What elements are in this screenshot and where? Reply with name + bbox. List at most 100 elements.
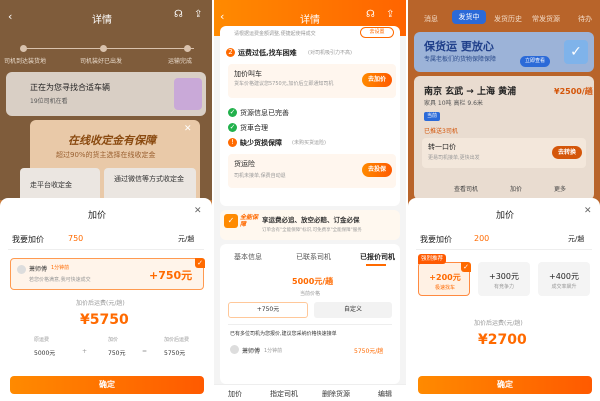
route: 南京 玄武 → 上海 黄浦 (424, 87, 517, 97)
share-icon[interactable]: ⇪ (386, 9, 394, 20)
switch-card: 转一口价 更易司机接单,更快出发 去转换 (422, 138, 586, 168)
close-icon[interactable]: ✕ (584, 206, 592, 216)
option-sub: 有竞争力 (493, 284, 514, 290)
headset-icon[interactable]: ☊ (174, 9, 183, 20)
banner-button[interactable]: 立即查看 (520, 56, 550, 67)
divider (228, 324, 392, 325)
option-sub: 极速找车 (434, 285, 455, 291)
share-icon[interactable]: ⇪ (194, 9, 202, 20)
order-price: ¥2500/趟 (554, 87, 593, 96)
quote-option-custom[interactable]: 自定义 (314, 302, 392, 318)
option-300[interactable]: +300元 有竞争力 (478, 262, 530, 296)
step-label: 运输完成 (168, 58, 193, 65)
option-value: +300元 (489, 272, 519, 281)
amount-input-row[interactable]: 我要加价 200 元/趟 (416, 230, 592, 250)
option-wechat-label: 通过微信等方式收定金 (114, 175, 184, 183)
confirm-button[interactable]: 确定 (10, 376, 204, 394)
matching-sub: 19位司机在看 (30, 98, 68, 105)
formula-value: 750元 (108, 350, 126, 357)
raise-price-sheet: 加价 ✕ 我要加价 750 元/趟 萧师傅 1分钟前 若您价格满意,我可快速成交… (0, 198, 212, 401)
close-icon[interactable]: ✕ (194, 206, 202, 216)
top-setting-button[interactable]: 去设置 (360, 27, 394, 38)
option-400[interactable]: +400元 成交率飙升 (538, 262, 590, 296)
step-label: 司机装好已出发 (80, 58, 123, 65)
driver-offer-card[interactable]: 萧师傅 1分钟前 若您价格满意,我可快速成交 +750元 ✓ (10, 258, 205, 290)
insure-button[interactable]: 去投保 (362, 163, 392, 177)
option-value: +200元 (429, 273, 461, 282)
formula-label: 原运费 (34, 337, 50, 343)
raise-price-card: 加价叫车 货车价格建议您5750元,加价后立即通知司机 去加价 (228, 64, 396, 98)
tab-quoted[interactable]: 已报价司机 (360, 252, 395, 262)
bottom-assign[interactable]: 指定司机 (270, 389, 298, 399)
tab-frequent[interactable]: 常发货源 (532, 14, 560, 24)
back-icon[interactable]: ‹ (8, 10, 12, 23)
matching-title: 正在为您寻找合适车辆 (30, 83, 110, 92)
tab-todo[interactable]: 待办 (578, 14, 592, 24)
option-wechat[interactable]: 通过微信等方式收定金 (104, 168, 196, 202)
formula-operator: + (82, 348, 88, 355)
close-icon[interactable]: ✕ (184, 124, 192, 134)
step-number: 2 (226, 48, 235, 57)
quote-hint: 已有多位司机为您报价,建议您采纳价格快速接单 (230, 331, 337, 337)
sum-label: 加价后运费(元/趟) (474, 320, 523, 327)
formula-value: 5000元 (34, 350, 56, 357)
amount-input[interactable]: 200 (474, 234, 489, 243)
promo-title: 享运费必追、放空必赔、订金必保 (262, 216, 360, 224)
quotes-card: 基本信息 已联系司机 已报价司机 5000元/趟 当前价格 +750元 自定义 … (220, 244, 400, 384)
amount-input-row[interactable]: 我要加价 750 元/趟 (8, 230, 204, 250)
promo-banner[interactable]: ✓ 全能保障 享运费必追、放空必赔、订金必保 订单含有"全能保障"标识,可免费享… (220, 210, 400, 240)
switch-button[interactable]: 去转换 (552, 146, 582, 159)
back-icon[interactable]: ‹ (220, 10, 224, 23)
promo-badge: 全能保障 (240, 214, 259, 228)
ok-item: 货車合理 (240, 124, 268, 132)
switch-title: 转一口价 (428, 143, 456, 151)
step-dot (100, 45, 107, 52)
bottom-delete[interactable]: 删除货源 (322, 389, 350, 399)
quote-option-plus[interactable]: +750元 (228, 302, 308, 318)
page-title: 详情 (92, 15, 112, 26)
action-more[interactable]: 更多 (554, 184, 566, 193)
banner-sub: 专属老板们的货物保障保障 (424, 56, 497, 63)
option-200[interactable]: 强烈推荐 +200元 极速找车 ✓ (418, 254, 471, 296)
status-badge: 当前 (424, 112, 441, 121)
option-platform[interactable]: 走平台收定金 (20, 168, 100, 202)
screen-right: 消息 发货中 发货历史 常发货源 待办 保货运 更放心 专属老板们的货物保障保障… (408, 0, 600, 401)
section-note: (对司机吸引力不高) (308, 50, 352, 56)
action-view-drivers[interactable]: 查看司机 (454, 184, 478, 193)
sheet-title: 加价 (496, 211, 515, 221)
driver-msg: 若您价格满意,我可快速成交 (29, 277, 91, 283)
card-title: 加价叫车 (234, 70, 262, 78)
switch-sub: 更易司机接单,更快出发 (428, 155, 480, 161)
sum-label: 加价后运费(元/趟) (76, 300, 125, 307)
avatar (230, 345, 239, 354)
avatar (17, 265, 26, 274)
tab-contacted[interactable]: 已联系司机 (296, 252, 331, 262)
card-sub: 司机未接单,保费自动退 (234, 173, 286, 179)
raise-price-button[interactable]: 去加价 (362, 73, 392, 87)
page-title: 详情 (300, 15, 320, 26)
confirm-button[interactable]: 确定 (418, 376, 592, 394)
insurance-banner[interactable]: 保货运 更放心 专属老板们的货物保障保障 立即查看 ✓ (414, 32, 594, 72)
formula-value: 5750元 (164, 350, 186, 357)
sum-value: ¥5750 (80, 312, 129, 328)
headset-icon[interactable]: ☊ (366, 9, 375, 20)
promo-sub: 订单含有"全能保障"标识,可免费享"全能保障"服务 (262, 228, 362, 233)
amount-input[interactable]: 750 (68, 234, 83, 243)
bottom-edit[interactable]: 编辑 (378, 389, 392, 399)
bottom-raise[interactable]: 加价 (228, 389, 242, 399)
screen-middle: ‹ 详情 ☊ ⇪ 请根据运费金额调整,便捷起使得成交 去设置 2 运费过低,找车… (214, 0, 406, 401)
order-card: 南京 玄武 → 上海 黄浦 家具 10吨 高栏 9.6米 ¥2500/趟 当前 … (414, 76, 594, 200)
card-sub: 货车价格建议您5750元,加价后立即通知司机 (234, 81, 334, 87)
quote-price: 5000元/趟 (292, 277, 334, 286)
action-raise[interactable]: 加价 (510, 184, 522, 193)
tab-basic[interactable]: 基本信息 (234, 252, 262, 262)
truck-illustration (174, 78, 202, 110)
progress-line (22, 48, 194, 49)
recommend-tag: 强烈推荐 (418, 254, 447, 264)
driver-time: 1分钟前 (264, 348, 283, 354)
tab-messages[interactable]: 消息 (424, 14, 438, 24)
formula-operator: = (142, 348, 148, 355)
check-icon: ✓ (195, 258, 205, 268)
tab-shipping[interactable]: 发货中 (452, 10, 486, 24)
tab-history[interactable]: 发货历史 (494, 14, 522, 24)
